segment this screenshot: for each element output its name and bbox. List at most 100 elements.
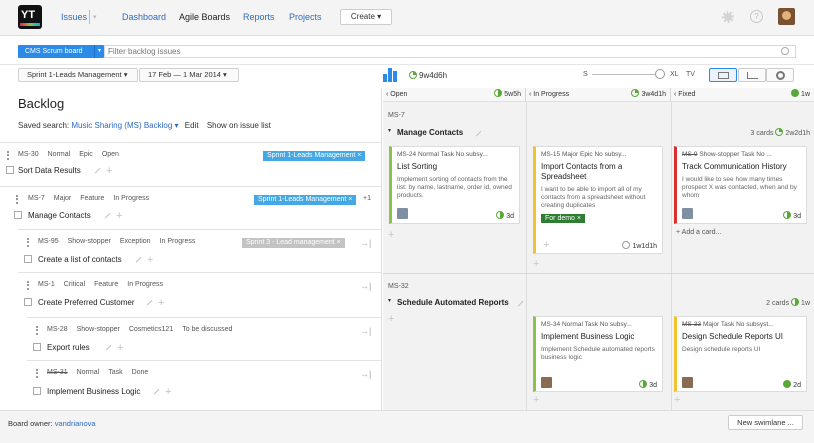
saved-search-select[interactable]: Music Sharing (MS) Backlog ▾ [71,121,178,130]
more-tags-count[interactable]: +1 [363,195,371,202]
issue-id[interactable]: MS-31 [47,369,68,376]
pencil-icon[interactable] [131,252,142,263]
plus-icon[interactable]: + [116,211,122,222]
issue-summary[interactable]: Create a list of contacts [38,255,122,264]
issue-summary[interactable]: Implement Business Logic [47,387,140,396]
card-title[interactable]: Design Schedule Reports UI [682,332,801,342]
issue-id[interactable]: MS-95 [38,238,59,245]
show-on-issue-list-link[interactable]: Show on issue list [207,121,271,130]
drag-handle-icon[interactable] [27,238,29,247]
issue-card[interactable]: MS-9 Show-stopper Task No ... Track Comm… [674,146,807,224]
card-title[interactable]: Track Communication History [682,162,801,172]
swimlane-id[interactable]: MS-32 [388,283,409,290]
plus-icon[interactable]: + [674,394,680,406]
avatar[interactable] [397,208,408,219]
pencil-icon[interactable] [149,384,160,395]
plus-icon[interactable]: + [106,166,112,177]
drag-handle-icon[interactable] [36,326,38,335]
arrow-right-icon[interactable]: →| [360,281,371,291]
plus-icon[interactable]: + [147,255,153,266]
card-title[interactable]: Import Contacts from a Spreadsheet [541,162,657,182]
plus-icon[interactable]: + [388,313,394,325]
chevron-down-icon[interactable]: ▾ [94,45,104,58]
swimlane-title[interactable]: Manage Contacts [397,128,463,137]
issue-card[interactable]: MS-34 Normal Task No subsy... Implement … [533,316,663,392]
plus-icon[interactable]: + [543,240,549,251]
card-title[interactable]: Implement Business Logic [541,332,657,342]
pencil-icon[interactable] [100,208,111,219]
backlog-issue[interactable]: MS-28 Show-stopper Cosmetics121 To be discu… [27,317,381,354]
issue-summary[interactable]: Export rules [47,343,90,352]
issue-checkbox[interactable] [33,343,41,351]
drag-handle-icon[interactable] [16,195,18,204]
search-icon[interactable] [781,47,789,55]
issue-summary[interactable]: Manage Contacts [28,211,91,220]
collapse-icon[interactable]: ▾ [388,127,391,134]
issue-card[interactable]: MS-15 Major Epic No subsy... Import Cont… [533,146,663,254]
swimlane-id[interactable]: MS-7 [388,112,405,119]
zoom-slider[interactable] [592,74,660,75]
arrow-right-icon[interactable]: →| [360,369,371,379]
backlog-issue[interactable]: MS-95 Show-stopper Exception In Progress Sp… [18,229,381,266]
pencil-icon[interactable] [90,163,101,174]
issue-summary[interactable]: Create Preferred Customer [38,298,134,307]
nav-projects[interactable]: Projects [289,12,322,22]
sprint-tag[interactable]: Sprint 1-Leads Management × [263,151,366,161]
issue-summary[interactable]: Sort Data Results [18,166,81,175]
board-settings-button[interactable] [766,68,794,82]
sprint-tag[interactable]: Sprint 1-Leads Management × [254,195,357,205]
swimlane-title[interactable]: Schedule Automated Reports [397,298,509,307]
issue-id[interactable]: MS-30 [18,151,39,158]
sprint-select[interactable]: Sprint 1-Leads Management ▾ [18,68,138,82]
pencil-icon[interactable] [142,295,153,306]
issues-dropdown-toggle[interactable]: ▾ [89,10,99,24]
backlog-issue[interactable]: MS-7 Major Feature In Progress Sprint 1-Lea… [0,186,381,222]
plus-icon[interactable]: + [388,229,394,241]
pencil-icon[interactable] [471,126,482,137]
create-button[interactable]: Create ▾ [340,9,392,25]
issue-checkbox[interactable] [24,298,32,306]
edit-link[interactable]: Edit [185,121,199,130]
issue-checkbox[interactable] [33,387,41,395]
collapse-icon[interactable]: ▾ [388,297,391,304]
drag-handle-icon[interactable] [27,281,29,290]
plus-icon[interactable]: + [117,343,123,354]
drag-handle-icon[interactable] [7,151,9,160]
issue-id[interactable]: MS-7 [28,195,45,202]
column-in-progress[interactable]: ‹ In Progress 3w4d1h [526,88,671,102]
plus-icon[interactable]: + [533,258,539,270]
view-chart-button[interactable] [738,68,766,82]
logo-icon[interactable]: YT [18,5,42,29]
view-cards-button[interactable] [709,68,737,82]
pencil-icon[interactable] [513,296,524,307]
board-select-button[interactable]: CMS Scrum board ▾ [18,45,104,58]
drag-handle-icon[interactable] [36,369,38,378]
issue-checkbox[interactable] [6,166,14,174]
column-fixed[interactable]: ‹ Fixed 1w [671,88,814,102]
backlog-issue[interactable]: MS-1 Critical Feature In Progress →| Create… [18,272,381,309]
issue-checkbox[interactable] [24,255,32,263]
arrow-right-icon[interactable]: →| [360,326,371,336]
backlog-issue[interactable]: MS-30 Normal Epic Open Sprint 1-Leads Manag… [0,142,381,178]
issue-card[interactable]: MS-24 Normal Task No subsy... List Sorti… [389,146,520,224]
pencil-icon[interactable] [101,340,112,351]
column-open[interactable]: ‹ Open 5w5h [383,88,526,102]
zoom-xl-label[interactable]: XL [670,71,679,78]
arrow-right-icon[interactable]: →| [360,238,371,248]
avatar[interactable] [682,377,693,388]
nav-agile-boards[interactable]: Agile Boards [179,12,230,22]
nav-issues[interactable]: Issues [61,12,87,22]
issue-card[interactable]: MS-33 Major Task No subsyst... Design Sc… [674,316,807,392]
help-icon[interactable]: ? [750,10,763,23]
issue-id[interactable]: MS-1 [38,281,55,288]
board-owner-link[interactable]: vandrianova [55,419,96,428]
nav-reports[interactable]: Reports [243,12,275,22]
card-title[interactable]: List Sorting [397,162,514,172]
plus-icon[interactable]: + [158,298,164,309]
issue-checkbox[interactable] [14,211,22,219]
avatar[interactable] [541,377,552,388]
backlog-issue[interactable]: MS-31 Normal Task Done →| Implement Busines… [27,360,381,400]
add-card-link[interactable]: + Add a card... [676,229,721,236]
nav-dashboard[interactable]: Dashboard [122,12,166,22]
issue-id[interactable]: MS-28 [47,326,68,333]
